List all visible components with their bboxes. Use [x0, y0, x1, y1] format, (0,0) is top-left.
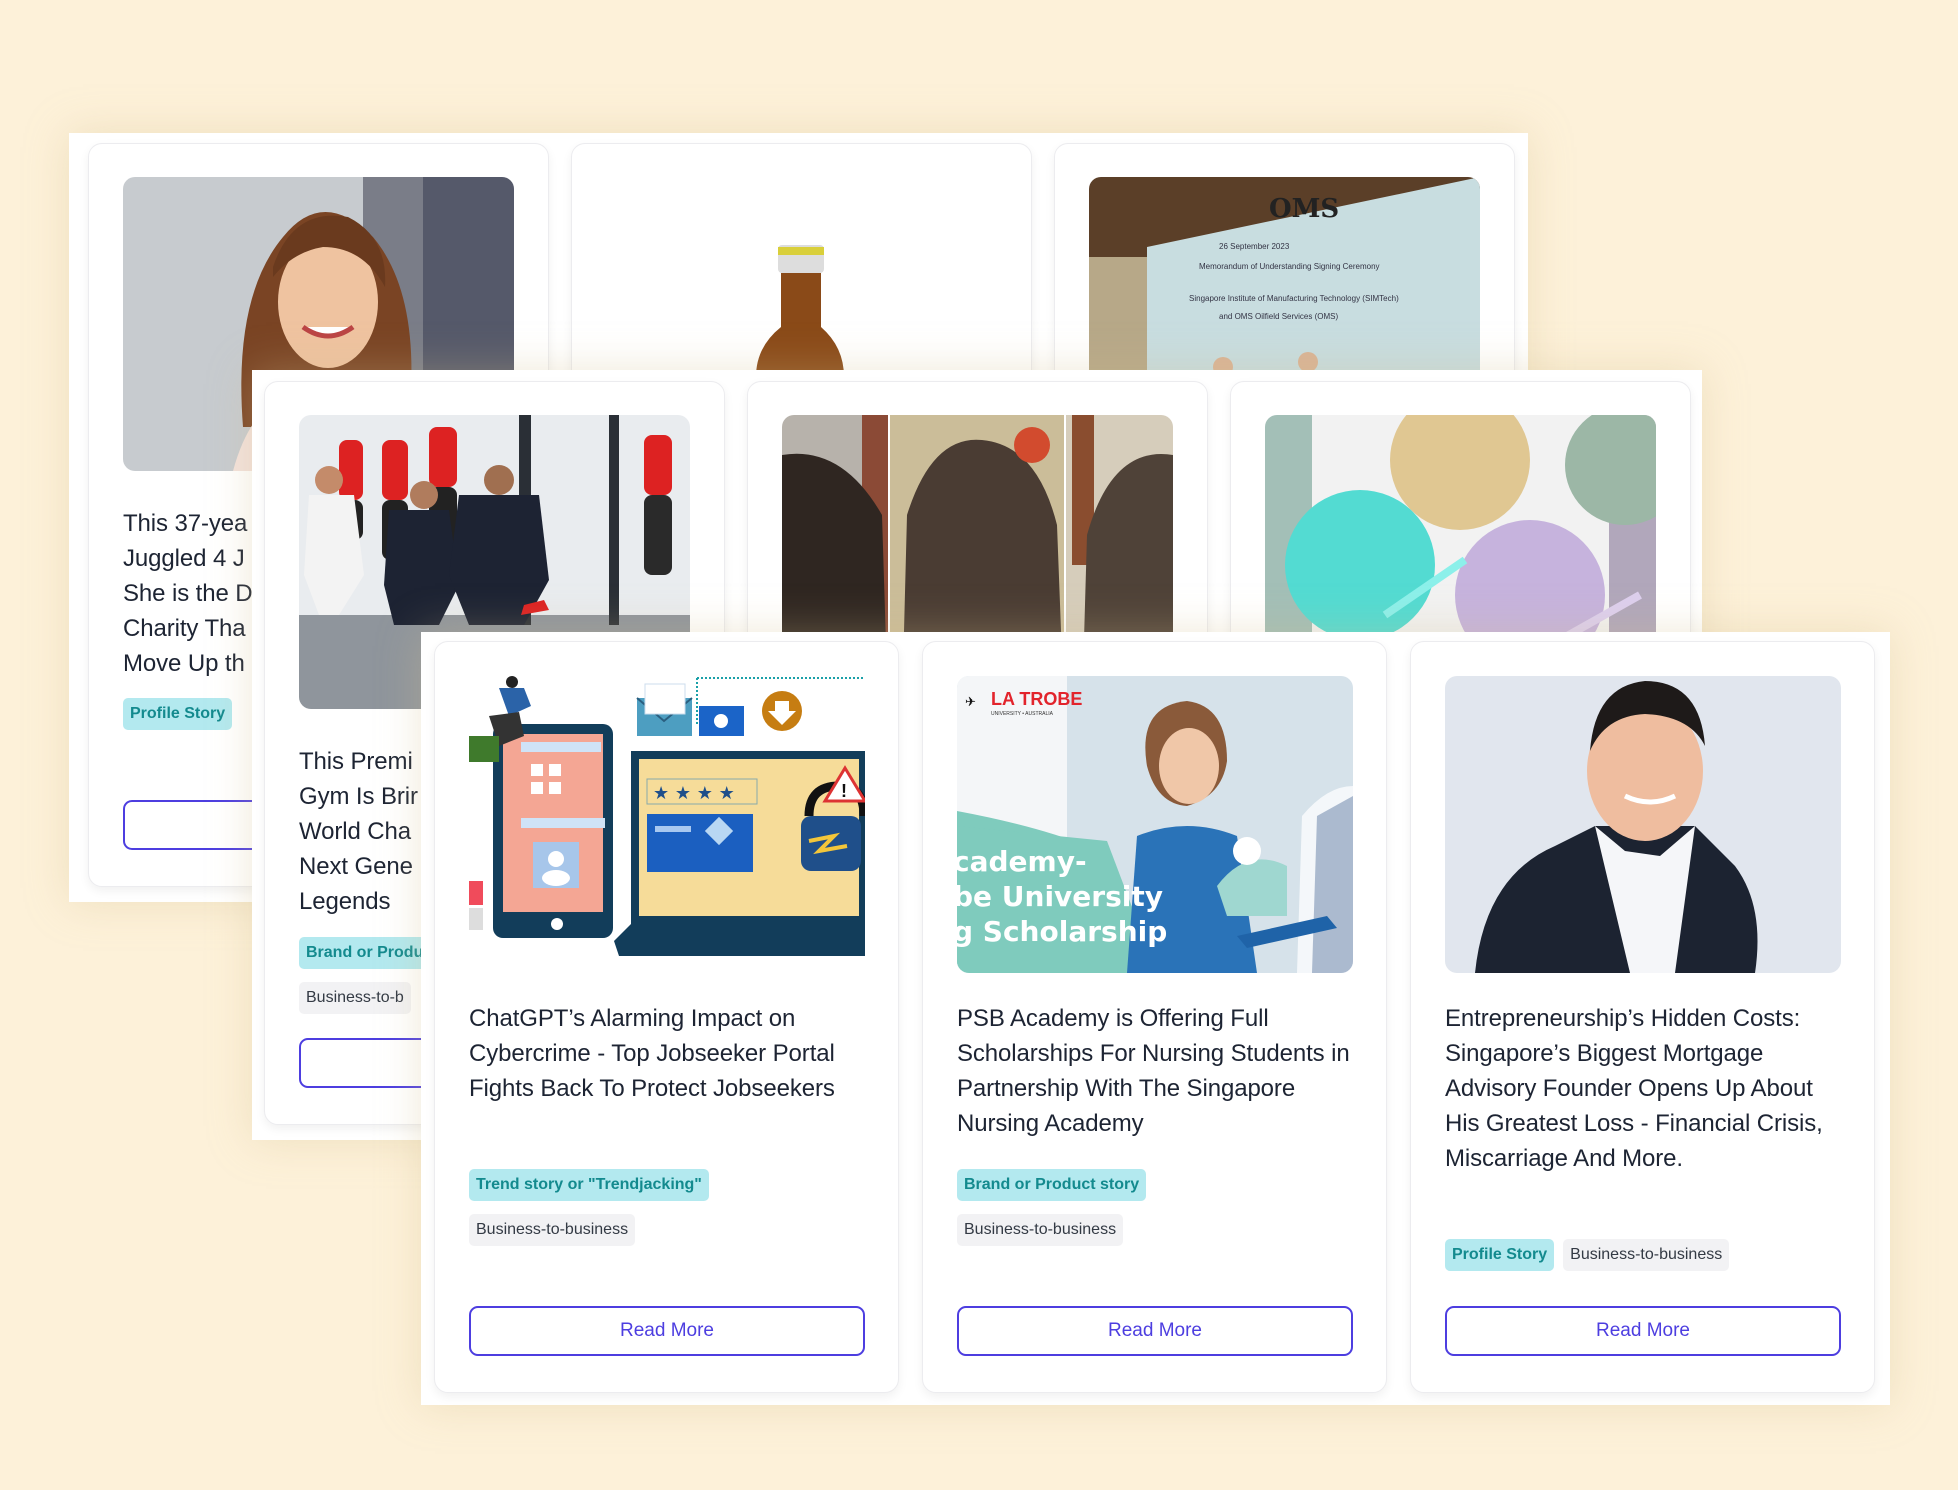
- audience-tag[interactable]: Business-to-b: [299, 982, 411, 1014]
- article-card: ★ ★ ★ ★ ! ChatGPT’s Alarming Impact on C…: [434, 641, 899, 1393]
- svg-text:g Scholarship: g Scholarship: [957, 915, 1167, 948]
- article-image-nursing-scholarship[interactable]: ✈ LA TROBE UNIVERSITY • AUSTRALIA cademy…: [957, 676, 1353, 973]
- category-tag[interactable]: Profile Story: [1445, 1239, 1555, 1271]
- category-tag[interactable]: Brand or Produ: [299, 937, 431, 969]
- read-more-button[interactable]: Read More: [957, 1306, 1353, 1356]
- la-trobe-logo: LA TROBE: [991, 689, 1082, 709]
- svg-text:and OMS Oilfield Services (OMS: and OMS Oilfield Services (OMS): [1219, 312, 1338, 321]
- svg-text:be University: be University: [957, 880, 1163, 913]
- article-image-businessman-portrait[interactable]: [1445, 676, 1841, 973]
- svg-text:26 September 2023: 26 September 2023: [1219, 242, 1290, 251]
- svg-text:!: !: [841, 781, 847, 801]
- svg-text:UNIVERSITY • AUSTRALIA: UNIVERSITY • AUSTRALIA: [991, 711, 1054, 717]
- svg-text:✈: ✈: [965, 695, 976, 710]
- svg-text:cademy-: cademy-: [957, 845, 1087, 878]
- svg-text:OMS: OMS: [1269, 194, 1339, 224]
- article-image-cybercrime-illustration[interactable]: ★ ★ ★ ★ !: [469, 676, 865, 973]
- read-more-button[interactable]: Read More: [469, 1306, 865, 1356]
- audience-tag[interactable]: Business-to-business: [469, 1214, 636, 1246]
- svg-text:Singapore Institute of Manufac: Singapore Institute of Manufacturing Tec…: [1189, 294, 1399, 303]
- svg-text:★ ★ ★ ★: ★ ★ ★ ★: [653, 783, 735, 804]
- audience-tag[interactable]: Business-to-business: [957, 1214, 1124, 1246]
- article-title[interactable]: PSB Academy is Offering Full Scholarship…: [957, 1001, 1357, 1141]
- article-card: Entrepreneurship’s Hidden Costs: Singapo…: [1410, 641, 1875, 1393]
- article-card: ✈ LA TROBE UNIVERSITY • AUSTRALIA cademy…: [922, 641, 1387, 1393]
- front-article-panel: ★ ★ ★ ★ ! ChatGPT’s Alarming Impact on C…: [421, 632, 1890, 1405]
- audience-tag[interactable]: Business-to-business: [1563, 1239, 1730, 1271]
- category-tag[interactable]: Profile Story: [123, 698, 233, 730]
- svg-text:Memorandum of Understanding Si: Memorandum of Understanding Signing Cere…: [1199, 262, 1380, 271]
- category-tag[interactable]: Trend story or "Trendjacking": [469, 1169, 709, 1201]
- read-more-button[interactable]: Read More: [1445, 1306, 1841, 1356]
- article-title[interactable]: ChatGPT’s Alarming Impact on Cybercrime …: [469, 1001, 869, 1106]
- category-tag[interactable]: Brand or Product story: [957, 1169, 1147, 1201]
- article-title[interactable]: Entrepreneurship’s Hidden Costs: Singapo…: [1445, 1001, 1845, 1176]
